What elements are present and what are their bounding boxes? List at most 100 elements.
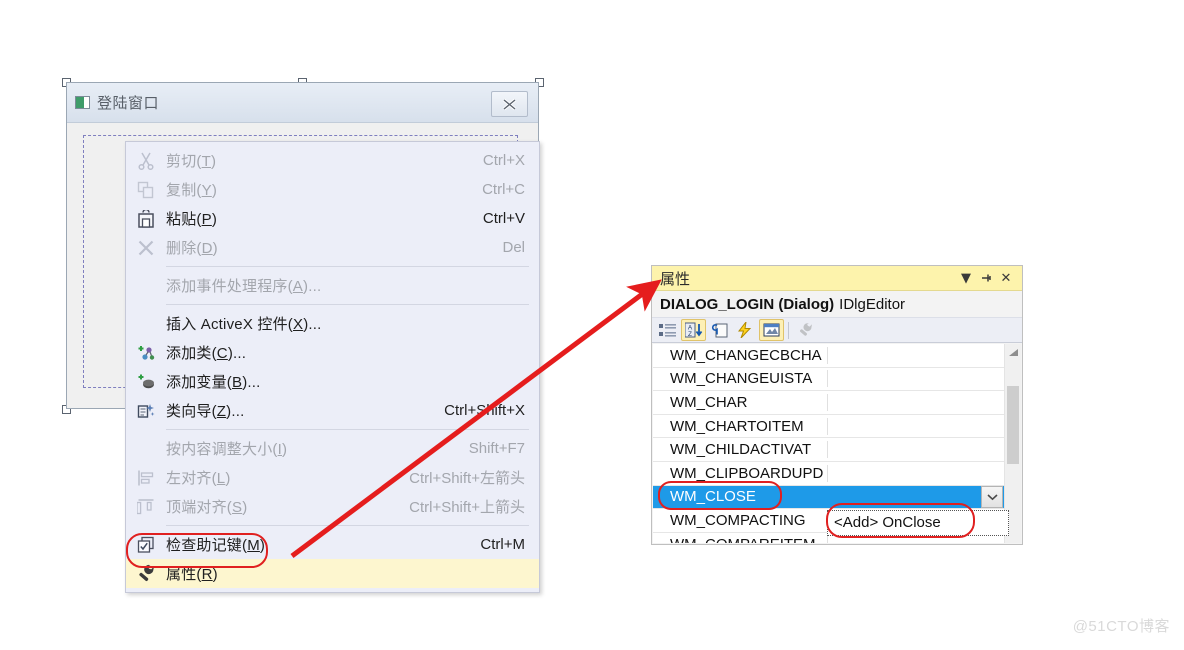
watermark: @51CTO博客 bbox=[1072, 618, 1170, 635]
property-row[interactable]: WM_CHARTOITEM bbox=[653, 414, 1005, 439]
context-menu-item-shortcut: Ctrl+C bbox=[482, 181, 525, 198]
context-menu-item-3: 删除(D) Del bbox=[126, 233, 539, 262]
context-menu-item-label: 添加事件处理程序(A)... bbox=[166, 278, 322, 295]
scroll-up-glyph bbox=[1008, 348, 1018, 356]
context-menu-separator bbox=[166, 304, 529, 305]
cut-icon bbox=[126, 152, 166, 170]
context-menu-item-shortcut: Ctrl+Shift+左箭头 bbox=[409, 470, 525, 487]
chevron-down-icon bbox=[986, 493, 998, 500]
properties-object-type: IDlgEditor bbox=[839, 295, 906, 313]
context-menu-item-shortcut: Ctrl+X bbox=[482, 152, 525, 169]
check-mnemonic-icon bbox=[126, 536, 166, 554]
properties-toolbar[interactable]: A Z bbox=[652, 317, 1022, 343]
context-menu-item-label: 复制(Y) bbox=[166, 182, 218, 199]
alphabetical-sort-icon[interactable]: A Z bbox=[681, 319, 706, 341]
context-menu-item-label: 检查助记键(M) bbox=[166, 537, 266, 554]
categorized-glyph bbox=[659, 323, 676, 337]
align-left-icon bbox=[126, 469, 166, 487]
add-handler-tooltip[interactable]: <Add> OnClose bbox=[827, 509, 1009, 536]
wrench-icon bbox=[126, 564, 166, 583]
property-row-name: WM_COMPACTING bbox=[653, 511, 828, 529]
context-menu-item-4: 添加事件处理程序(A)... bbox=[126, 271, 539, 300]
context-menu-item-5[interactable]: 插入 ActiveX 控件(X)... bbox=[126, 309, 539, 338]
context-menu-item-label: 左对齐(L) bbox=[166, 470, 231, 487]
properties-rows: WM_CHANGECBCHA WM_CHANGEUISTA WM_CHAR WM_CH… bbox=[653, 344, 1009, 543]
context-menu-item-9: 按内容调整大小(I) Shift+F7 bbox=[126, 434, 539, 463]
messages-icon[interactable] bbox=[759, 319, 784, 341]
context-menu-item-shortcut: Del bbox=[502, 239, 525, 256]
context-menu[interactable]: 剪切(T) Ctrl+X 复制(Y) Ctrl+C 粘贴(P) Ctrl+V 删除(D) De… bbox=[125, 141, 540, 593]
dialog-title: 登陆窗口 bbox=[97, 95, 160, 112]
context-menu-item-12[interactable]: 检查助记键(M) Ctrl+M bbox=[126, 530, 539, 559]
context-menu-item-7[interactable]: 添加变量(B)... bbox=[126, 367, 539, 396]
close-icon[interactable]: ✕ bbox=[996, 268, 1016, 288]
context-menu-item-label: 顶端对齐(S) bbox=[166, 499, 248, 516]
lightning-glyph bbox=[737, 322, 752, 338]
sort-az-glyph: A Z bbox=[684, 322, 702, 338]
context-menu-items: 剪切(T) Ctrl+X 复制(Y) Ctrl+C 粘贴(P) Ctrl+V 删除(D) De… bbox=[126, 146, 539, 588]
class-wizard-icon bbox=[137, 403, 155, 418]
properties-message-list[interactable]: WM_CHANGECBCHA WM_CHANGEUISTA WM_CHAR WM_CH… bbox=[653, 344, 1021, 543]
add-class-icon bbox=[126, 344, 166, 362]
property-page-glyph bbox=[711, 323, 727, 338]
property-row[interactable]: WM_CHANGECBCHA bbox=[653, 344, 1005, 368]
app-window-icon bbox=[75, 96, 90, 109]
property-row-name: WM_CLIPBOARDUPD bbox=[653, 464, 828, 482]
property-row[interactable]: WM_CLOSE <Add> OnClose bbox=[653, 485, 1009, 536]
check-mnemonic-icon bbox=[137, 536, 154, 553]
properties-object-name: DIALOG_LOGIN (Dialog) bbox=[660, 295, 835, 313]
context-menu-item-label: 删除(D) bbox=[166, 240, 218, 257]
scrollbar-up-arrow-icon[interactable] bbox=[1005, 344, 1021, 360]
context-menu-item-2[interactable]: 粘贴(P) Ctrl+V bbox=[126, 204, 539, 233]
context-menu-item-shortcut: Ctrl+M bbox=[480, 536, 525, 553]
property-row[interactable]: WM_CHANGEUISTA bbox=[653, 367, 1005, 392]
events-icon[interactable] bbox=[733, 319, 758, 341]
delete-icon bbox=[126, 239, 166, 257]
property-row-name: WM_CHANGEUISTA bbox=[653, 370, 828, 388]
context-menu-item-shortcut: Shift+F7 bbox=[468, 440, 525, 457]
property-value-dropdown-button[interactable] bbox=[981, 485, 1003, 508]
context-menu-item-label: 类向导(Z)... bbox=[166, 403, 245, 420]
context-menu-separator bbox=[166, 525, 529, 526]
scrollbar-thumb[interactable] bbox=[1007, 386, 1019, 464]
copy-icon bbox=[126, 181, 166, 199]
messages-glyph bbox=[763, 323, 779, 337]
property-row-name: WM_CLOSE bbox=[670, 488, 756, 506]
class-wizard-icon bbox=[126, 402, 166, 420]
context-menu-item-6[interactable]: 添加类(C)... bbox=[126, 338, 539, 367]
properties-panel-titlebar[interactable]: 属性 ▼ ✕ bbox=[652, 266, 1022, 291]
chevron-down-icon[interactable]: ▼ bbox=[956, 268, 976, 288]
property-row[interactable]: WM_CLIPBOARDUPD bbox=[653, 461, 1005, 486]
align-top-icon bbox=[137, 498, 154, 514]
close-icon[interactable] bbox=[491, 91, 528, 117]
categorized-view-icon[interactable] bbox=[655, 319, 680, 341]
dialog-titlebar[interactable]: 登陆窗口 bbox=[67, 83, 538, 123]
properties-panel-title: 属性 bbox=[660, 270, 691, 288]
context-menu-item-shortcut: Ctrl+Shift+X bbox=[444, 402, 525, 419]
property-row[interactable]: WM_CHILDACTIVAT bbox=[653, 438, 1005, 462]
context-menu-separator bbox=[166, 266, 529, 267]
context-menu-separator bbox=[166, 429, 529, 430]
pin-icon[interactable] bbox=[976, 268, 996, 288]
context-menu-item-0: 剪切(T) Ctrl+X bbox=[126, 146, 539, 175]
paste-icon bbox=[138, 209, 154, 228]
context-menu-item-shortcut: Ctrl+V bbox=[482, 210, 525, 227]
property-pages-wrench-icon[interactable] bbox=[793, 319, 818, 341]
context-menu-item-label: 粘贴(P) bbox=[166, 211, 218, 228]
align-top-icon bbox=[126, 498, 166, 516]
add-variable-icon bbox=[138, 374, 154, 388]
toolbar-separator bbox=[788, 321, 789, 339]
properties-panel[interactable]: 属性 ▼ ✕ DIALOG_LOGIN (Dialog) IDlgEditor bbox=[651, 265, 1023, 545]
context-menu-item-label: 剪切(T) bbox=[166, 153, 217, 170]
context-menu-item-8[interactable]: 类向导(Z)... Ctrl+Shift+X bbox=[126, 396, 539, 425]
context-menu-item-label: 添加类(C)... bbox=[166, 345, 247, 362]
copy-icon bbox=[137, 181, 154, 198]
screenshot-root: 登陆窗口 剪切(T) Ctrl+X 复制(Y) Ctrl+C 粘贴(P) Ctrl+V 删除… bbox=[0, 0, 1184, 650]
property-row-name: WM_COMPAREITEM bbox=[653, 535, 828, 543]
paste-icon bbox=[126, 209, 166, 228]
properties-page-icon[interactable] bbox=[707, 319, 732, 341]
context-menu-item-label: 属性(R) bbox=[166, 566, 218, 583]
property-row[interactable]: WM_CHAR bbox=[653, 391, 1005, 415]
context-menu-item-13[interactable]: 属性(R) bbox=[126, 559, 539, 588]
cut-icon bbox=[138, 152, 154, 170]
